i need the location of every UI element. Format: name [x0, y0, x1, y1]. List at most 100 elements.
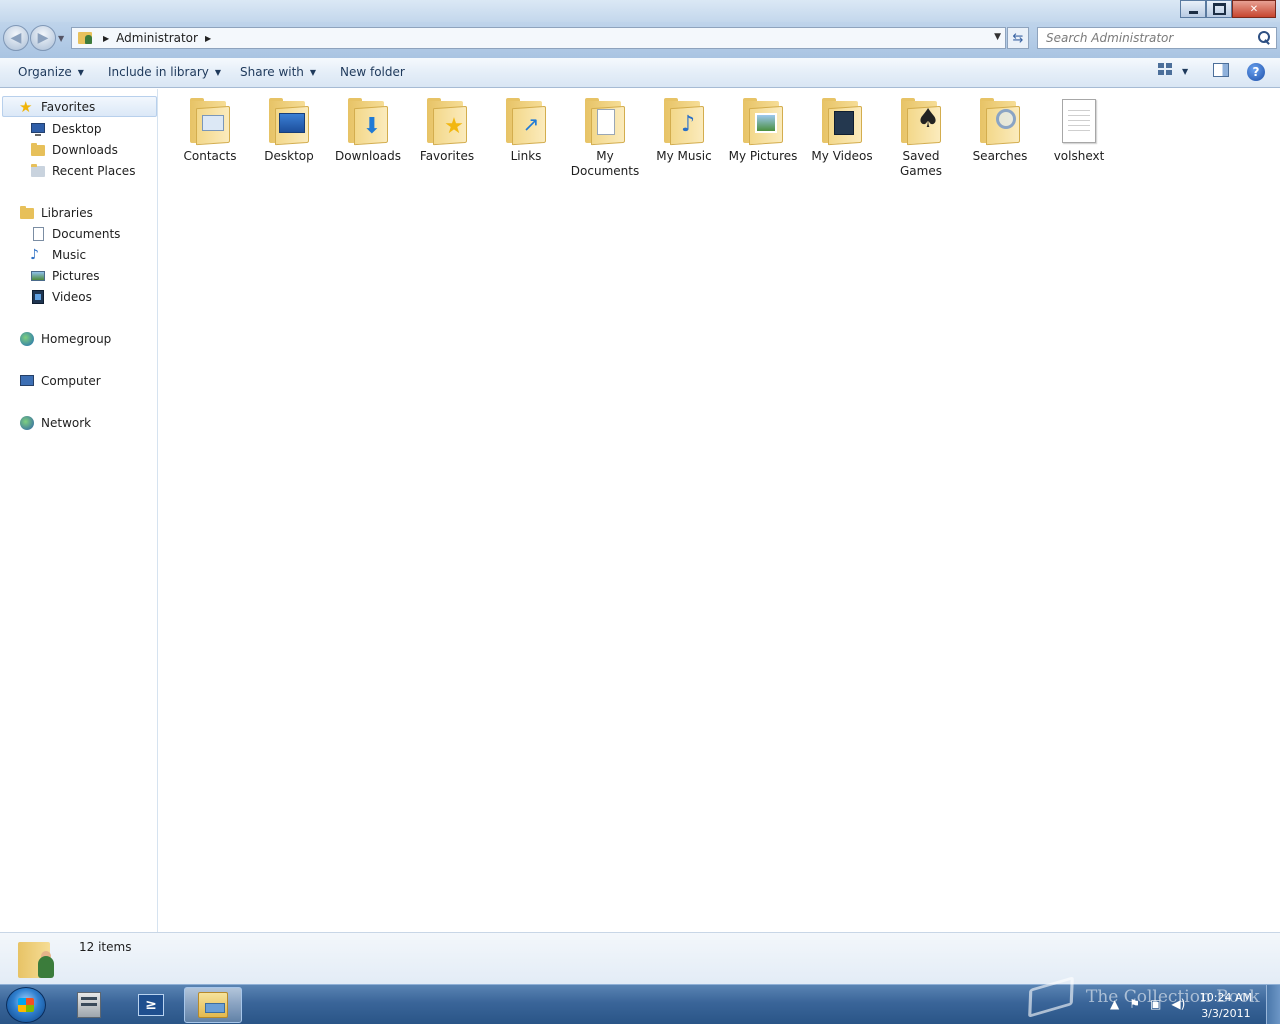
chevron-down-icon: ▼ [214, 67, 222, 77]
sidebar-item-label: Pictures [52, 268, 100, 283]
forward-button[interactable]: ▶ [30, 25, 56, 51]
search-box[interactable] [1037, 27, 1277, 49]
maximize-button[interactable] [1206, 0, 1232, 18]
links-folder-icon: ↗ [504, 97, 548, 146]
taskbar-windows-explorer[interactable] [184, 987, 242, 1023]
user-folder-icon [18, 938, 58, 980]
searches-folder-icon [978, 97, 1022, 146]
sidebar-item-music[interactable]: ♪ Music [0, 244, 86, 265]
folder-contacts[interactable]: Contacts [171, 97, 249, 164]
recent-pages-dropdown[interactable]: ▼ [58, 34, 64, 43]
sidebar-item-label: Downloads [52, 142, 118, 157]
share-with-button[interactable]: Share with ▼ [240, 65, 316, 79]
minimize-button[interactable] [1180, 0, 1206, 18]
folder-favorites[interactable]: ★ Favorites [408, 97, 486, 164]
back-button[interactable]: ◀ [3, 25, 29, 51]
documents-folder-icon [583, 97, 627, 146]
item-label: Desktop [264, 149, 314, 163]
folder-saved-games[interactable]: ♠ Saved Games [882, 97, 960, 179]
item-label: Favorites [419, 149, 475, 163]
item-label: volshext [1053, 149, 1105, 163]
breadcrumb-administrator[interactable]: Administrator [116, 31, 198, 45]
folder-desktop[interactable]: Desktop [250, 97, 328, 164]
breadcrumb-arrow-icon[interactable]: ▶ [205, 34, 211, 43]
videos-folder-icon [820, 97, 864, 146]
breadcrumb-arrow-icon[interactable]: ▶ [103, 34, 109, 43]
sidebar-item-documents[interactable]: Documents [0, 223, 120, 244]
sidebar-item-label: Desktop [52, 121, 102, 136]
videos-icon [30, 289, 46, 305]
sidebar-item-label: Music [52, 247, 87, 262]
folder-my-music[interactable]: ♪ My Music [645, 97, 723, 164]
sidebar-item-network[interactable]: Network [0, 412, 91, 433]
chevron-down-icon: ▼ [309, 67, 317, 77]
new-folder-button[interactable]: New folder [340, 65, 405, 79]
watermark-text: The Collection Book [1086, 987, 1260, 1007]
help-button[interactable]: ? [1247, 63, 1265, 81]
item-label: My Pictures [728, 149, 798, 163]
include-in-library-label: Include in library [108, 65, 209, 79]
item-label: My Documents [570, 149, 640, 178]
sidebar-item-pictures[interactable]: Pictures [0, 265, 100, 286]
desktop-icon [30, 121, 46, 137]
sidebar-item-downloads[interactable]: Downloads [0, 139, 118, 160]
sidebar-item-desktop[interactable]: Desktop [0, 118, 102, 139]
item-label: Saved Games [900, 149, 942, 178]
music-icon: ♪ [30, 246, 39, 263]
chevron-down-icon: ▼ [77, 67, 84, 77]
item-label: Contacts [183, 149, 237, 163]
sidebar-item-computer[interactable]: Computer [0, 370, 101, 391]
views-icon [1158, 63, 1174, 77]
text-file-icon [1062, 99, 1096, 143]
pictures-icon [30, 268, 46, 284]
sidebar-item-label: Favorites [41, 99, 96, 114]
folder-my-documents[interactable]: My Documents [566, 97, 644, 179]
view-options-dropdown[interactable]: ▼ [1182, 67, 1188, 76]
refresh-button[interactable]: ⇆ [1007, 27, 1029, 49]
folder-searches[interactable]: Searches [961, 97, 1039, 164]
address-dropdown-button[interactable]: ▼ [994, 32, 1001, 42]
desktop-folder-icon [267, 97, 311, 146]
folder-my-pictures[interactable]: My Pictures [724, 97, 802, 164]
include-in-library-button[interactable]: Include in library ▼ [108, 65, 221, 79]
computer-icon [19, 373, 35, 389]
item-count: 12 items [79, 940, 132, 954]
item-label: My Music [656, 149, 712, 163]
item-label: Searches [972, 149, 1028, 163]
folder-links[interactable]: ↗ Links [487, 97, 565, 164]
address-bar[interactable]: ▶ Administrator ▶ ▼ [71, 27, 1006, 49]
contacts-folder-icon [188, 97, 232, 146]
sidebar-item-favorites[interactable]: ★ Favorites [2, 96, 157, 117]
sidebar-item-label: Libraries [41, 205, 93, 220]
watermark: The Collection Book [1028, 974, 1270, 1020]
file-list[interactable]: Contacts Desktop ⬇ Downloads ★ Favorites… [159, 89, 1280, 932]
search-input[interactable] [1046, 31, 1256, 45]
sidebar-item-label: Homegroup [41, 331, 112, 346]
user-folder-icon [78, 30, 96, 46]
folder-downloads[interactable]: ⬇ Downloads [329, 97, 407, 164]
file-volshext[interactable]: volshext [1040, 97, 1118, 164]
folder-my-videos[interactable]: My Videos [803, 97, 881, 164]
change-view-button[interactable] [1158, 63, 1174, 77]
close-button[interactable]: ✕ [1232, 0, 1276, 18]
preview-pane-button[interactable] [1213, 63, 1229, 77]
sidebar-item-videos[interactable]: Videos [0, 286, 92, 307]
taskbar-powershell[interactable]: ≥ [122, 987, 180, 1023]
item-label: Links [510, 149, 542, 163]
libraries-icon [19, 205, 35, 221]
start-button[interactable] [6, 987, 46, 1023]
sidebar-item-libraries[interactable]: Libraries [0, 202, 93, 223]
downloads-folder-icon: ⬇ [346, 97, 390, 146]
homegroup-icon [19, 331, 35, 347]
organize-button[interactable]: Organize ▼ [18, 65, 84, 79]
command-bar: Organize ▼ Include in library ▼ Share with… [0, 58, 1280, 88]
help-icon: ? [1247, 63, 1265, 81]
sidebar-item-label: Videos [52, 289, 92, 304]
powershell-icon: ≥ [138, 994, 164, 1016]
saved-games-folder-icon: ♠ [899, 97, 943, 146]
sidebar-item-homegroup[interactable]: Homegroup [0, 328, 111, 349]
taskbar-server-manager[interactable] [60, 987, 118, 1023]
search-icon[interactable] [1256, 30, 1272, 46]
pictures-folder-icon [741, 97, 785, 146]
sidebar-item-recent-places[interactable]: Recent Places [0, 160, 135, 181]
